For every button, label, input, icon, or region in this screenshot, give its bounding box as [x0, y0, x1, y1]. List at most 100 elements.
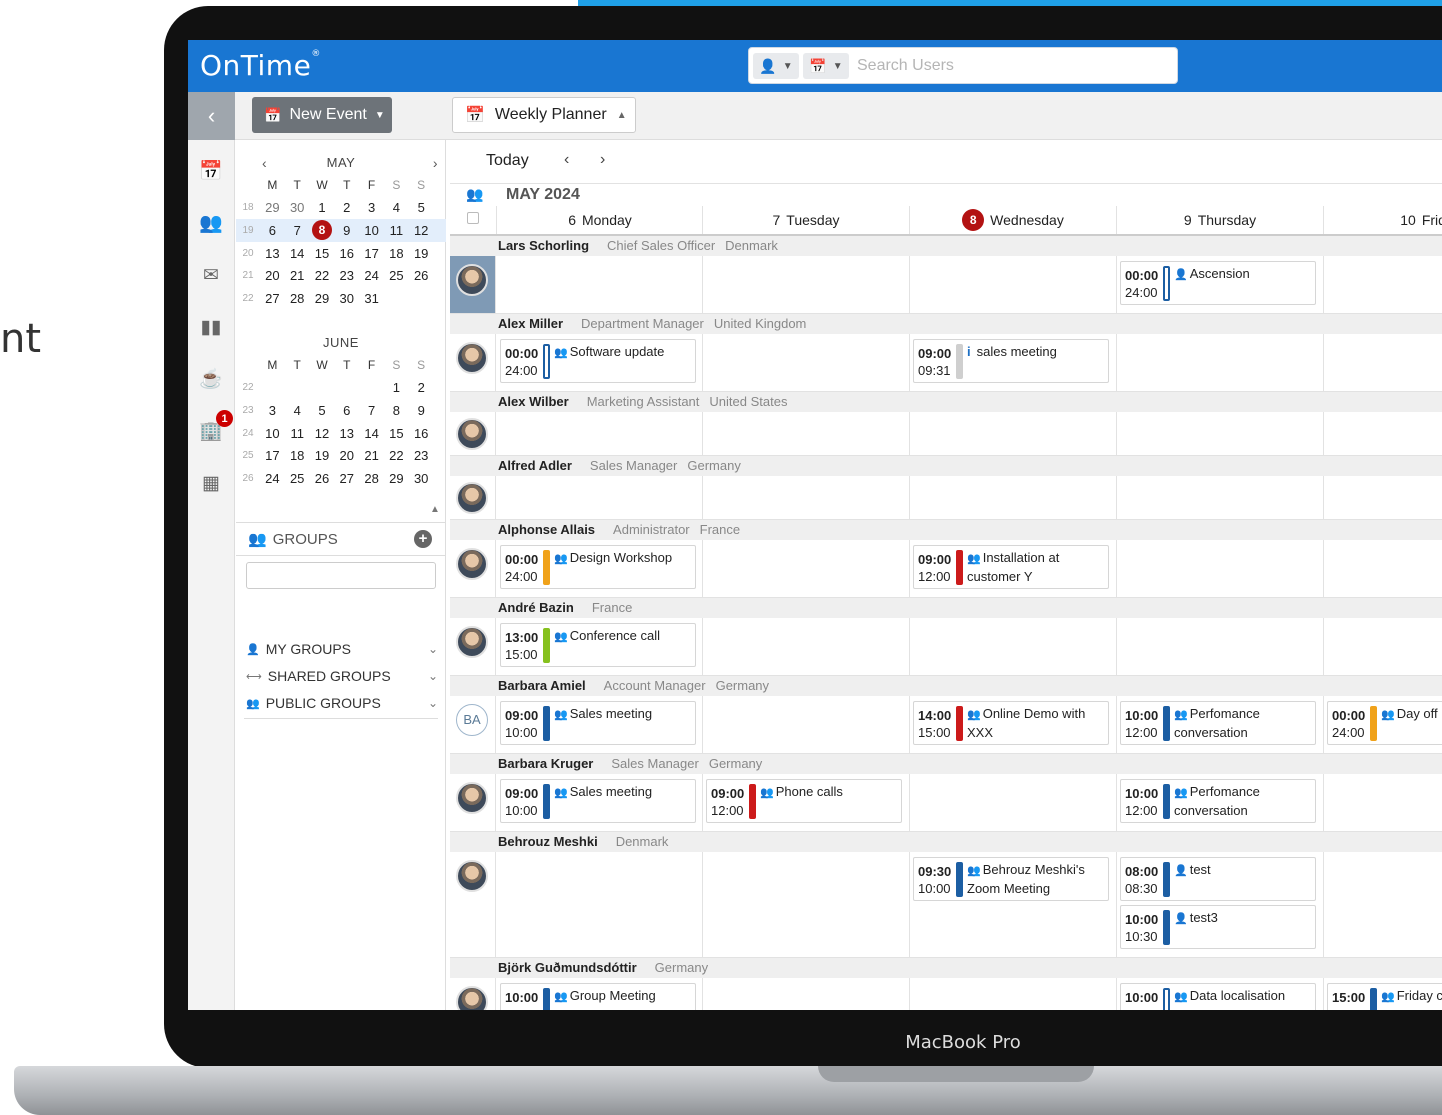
- week-row[interactable]: 25 17 18 19 20 21 22 23: [236, 444, 446, 467]
- user-name[interactable]: Lars Schorling: [498, 238, 589, 253]
- event-card[interactable]: 00:00 24:00 👥 Day off: [1327, 701, 1442, 745]
- day-cell[interactable]: 14: [285, 246, 310, 261]
- user-name[interactable]: Alfred Adler: [498, 458, 572, 473]
- user-name[interactable]: Behrouz Meshki: [498, 834, 598, 849]
- day-cell[interactable]: 24: [359, 268, 384, 283]
- user-name[interactable]: André Bazin: [498, 600, 574, 615]
- event-card[interactable]: 09:00 09:31 i sales meeting: [913, 339, 1109, 383]
- day-cell[interactable]: 27: [260, 291, 285, 306]
- event-card[interactable]: 08:00 08:30 👤 test: [1120, 857, 1316, 901]
- day-cell[interactable]: 25: [384, 268, 409, 283]
- event-card[interactable]: 10:00 12:00 👥 Perfomance conversation: [1120, 779, 1316, 823]
- day-cell[interactable]: 30: [409, 471, 434, 486]
- event-card[interactable]: 10:00 👥 Data localisation: [1120, 983, 1316, 1010]
- day-cell[interactable]: 22: [384, 448, 409, 463]
- users-icon[interactable]: 👥: [198, 210, 224, 236]
- user-name[interactable]: Alex Miller: [498, 316, 563, 331]
- add-group-button[interactable]: +: [414, 530, 432, 548]
- day-cell[interactable]: 22: [310, 268, 335, 283]
- day-cell[interactable]: 12: [409, 223, 434, 238]
- coffee-icon[interactable]: ☕: [198, 366, 224, 392]
- avatar[interactable]: [456, 782, 488, 814]
- today-day[interactable]: 8: [311, 220, 332, 241]
- user-name[interactable]: Alphonse Allais: [498, 522, 595, 537]
- day-cell[interactable]: 8: [384, 403, 409, 418]
- week-row[interactable]: 22 1 2: [236, 377, 446, 400]
- avatar[interactable]: [456, 626, 488, 658]
- day-cell[interactable]: 13: [334, 426, 359, 441]
- day-cell[interactable]: 3: [260, 403, 285, 418]
- chevron-up-icon[interactable]: ▲: [430, 504, 440, 515]
- day-cell[interactable]: 7: [285, 223, 310, 238]
- day-cell[interactable]: 26: [409, 268, 434, 283]
- user-name[interactable]: Björk Guðmundsdóttir: [498, 960, 637, 975]
- week-row[interactable]: 26 24 25 26 27 28 29 30: [236, 467, 446, 490]
- day-cell[interactable]: 30: [334, 291, 359, 306]
- user-filter-dropdown[interactable]: 👤 ▼: [753, 53, 799, 79]
- event-card[interactable]: 15:00 👥 Friday cl: [1327, 983, 1442, 1010]
- next-month-button[interactable]: ›: [433, 152, 438, 174]
- day-cell[interactable]: 29: [384, 471, 409, 486]
- event-card[interactable]: 10:00 10:30 👤 test3: [1120, 905, 1316, 949]
- day-cell[interactable]: 18: [384, 246, 409, 261]
- chart-icon[interactable]: ▮▮: [198, 314, 224, 340]
- day-cell[interactable]: 23: [409, 448, 434, 463]
- new-event-button[interactable]: 📅 New Event ▼: [252, 97, 392, 133]
- day-cell[interactable]: 11: [384, 223, 409, 238]
- avatar[interactable]: [456, 986, 488, 1010]
- week-row[interactable]: 24 10 11 12 13 14 15 16: [236, 422, 446, 445]
- day-cell[interactable]: 13: [260, 246, 285, 261]
- day-cell[interactable]: 9: [409, 403, 434, 418]
- event-card[interactable]: 14:00 15:00 👥 Online Demo with XXX: [913, 701, 1109, 745]
- day-cell[interactable]: 16: [409, 426, 434, 441]
- week-row[interactable]: 21 20 21 22 23 24 25 26: [236, 264, 446, 287]
- day-cell[interactable]: 6: [260, 223, 285, 238]
- event-card[interactable]: 10:00 12:00 👥 Perfomance conversation: [1120, 701, 1316, 745]
- avatar[interactable]: [456, 482, 488, 514]
- prev-week-button[interactable]: ‹: [564, 151, 569, 169]
- day-cell[interactable]: 1: [310, 200, 335, 215]
- day-cell[interactable]: 8: [310, 220, 335, 241]
- day-cell[interactable]: 19: [310, 448, 335, 463]
- public-groups-item[interactable]: 👥 PUBLIC GROUPS ⌄: [246, 690, 438, 716]
- shared-groups-item[interactable]: ⟷ SHARED GROUPS ⌄: [246, 663, 438, 689]
- event-card[interactable]: 13:00 15:00 👥 Conference call: [500, 623, 696, 667]
- day-cell[interactable]: 28: [359, 471, 384, 486]
- prev-month-button[interactable]: ‹: [262, 152, 267, 174]
- day-cell[interactable]: 29: [260, 200, 285, 215]
- calendar-icon[interactable]: 📅: [198, 158, 224, 184]
- day-cell[interactable]: 2: [409, 380, 434, 395]
- day-cell[interactable]: 27: [334, 471, 359, 486]
- week-row[interactable]: 22 27 28 29 30 31: [236, 287, 446, 310]
- day-cell[interactable]: 4: [285, 403, 310, 418]
- app-logo[interactable]: OnTime®: [200, 49, 321, 82]
- event-card[interactable]: 00:00 24:00 👥 Design Workshop: [500, 545, 696, 589]
- avatar[interactable]: [456, 342, 488, 374]
- day-cell[interactable]: 6: [334, 403, 359, 418]
- select-all-checkbox[interactable]: [467, 212, 479, 224]
- day-cell[interactable]: 25: [285, 471, 310, 486]
- event-card[interactable]: 10:00 👥 Group Meeting: [500, 983, 696, 1010]
- day-cell[interactable]: 16: [334, 246, 359, 261]
- day-cell[interactable]: 17: [359, 246, 384, 261]
- day-cell[interactable]: 19: [409, 246, 434, 261]
- week-row[interactable]: 23 3 4 5 6 7 8 9: [236, 399, 446, 422]
- event-card[interactable]: 00:00 24:00 👤 Ascension: [1120, 261, 1316, 305]
- mail-icon[interactable]: ✉: [198, 262, 224, 288]
- day-cell[interactable]: 2: [334, 200, 359, 215]
- day-cell[interactable]: 10: [359, 223, 384, 238]
- day-cell[interactable]: 9: [334, 223, 359, 238]
- day-cell[interactable]: 15: [310, 246, 335, 261]
- avatar[interactable]: [456, 860, 488, 892]
- event-card[interactable]: 09:00 10:00 👥 Sales meeting: [500, 701, 696, 745]
- day-cell[interactable]: 26: [310, 471, 335, 486]
- event-card[interactable]: 09:30 10:00 👥 Behrouz Meshki's Zoom Meeting: [913, 857, 1109, 901]
- day-cell[interactable]: 23: [334, 268, 359, 283]
- day-cell[interactable]: 11: [285, 426, 310, 441]
- avatar[interactable]: [456, 264, 488, 296]
- day-cell[interactable]: 18: [285, 448, 310, 463]
- event-card[interactable]: 09:00 12:00 👥 Installation at customer Y: [913, 545, 1109, 589]
- day-cell[interactable]: 4: [384, 200, 409, 215]
- my-groups-item[interactable]: 👤 MY GROUPS ⌄: [246, 636, 438, 662]
- week-row[interactable]: 18 29 30 1 2 3 4 5: [236, 197, 446, 220]
